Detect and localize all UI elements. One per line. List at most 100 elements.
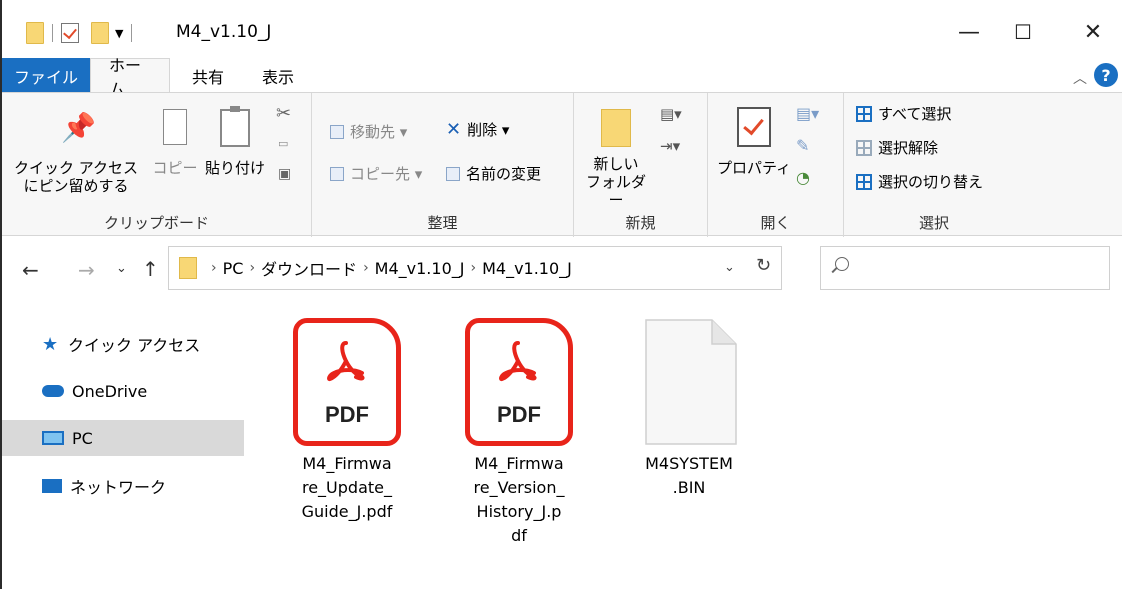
explorer-window: ▼ M4_v1.10_J — ☐ ✕ ファイル ホーム 共有 表示 ︿ ? 📌 … (0, 0, 1122, 589)
sidebar-item-network[interactable]: ネットワーク (2, 468, 244, 504)
copy-button[interactable]: コピー (148, 109, 202, 177)
minimize-button[interactable]: — (946, 14, 992, 50)
search-input[interactable] (820, 246, 1110, 290)
pin-icon: 📌 (61, 111, 96, 144)
copy-to-button[interactable]: コピー先 ▾ (330, 163, 422, 184)
history-icon[interactable]: ◔ (796, 169, 810, 187)
file-item[interactable]: PDF M4_Firmwa re_Version_ History_J.p df (458, 318, 580, 548)
breadcrumb-folder[interactable]: M4_v1.10_J (375, 259, 465, 278)
tab-view[interactable]: 表示 (242, 58, 312, 93)
ribbon: 📌 クイック アクセス にピン留めする コピー 貼り付け ✂ ▭ ▣ クリップボ… (2, 92, 1122, 237)
invert-selection-icon (856, 173, 872, 190)
navigation-pane: ★ クイック アクセス OneDrive PC ネットワーク (2, 300, 244, 589)
select-all-label: すべて選択 (878, 105, 952, 123)
address-dropdown-icon[interactable]: ⌄ (724, 260, 735, 275)
copy-to-icon (330, 166, 344, 181)
folder-icon[interactable] (26, 22, 44, 44)
close-button[interactable]: ✕ (1070, 14, 1116, 50)
new-folder-button[interactable]: 新しい フォルダー (584, 109, 648, 209)
new-folder-label-1: 新しい (593, 155, 639, 173)
copy-path-icon[interactable]: ▭ (278, 135, 288, 153)
cloud-icon (42, 385, 64, 397)
invert-selection-label: 選択の切り替え (878, 173, 984, 191)
sidebar-item-label: ネットワーク (70, 478, 167, 497)
rename-icon (446, 166, 460, 181)
breadcrumb-separator[interactable]: › (211, 260, 217, 276)
move-to-label: 移動先 ▾ (350, 123, 408, 141)
separator (52, 24, 53, 42)
breadcrumb-separator[interactable]: › (363, 260, 369, 276)
sidebar-item-label: PC (72, 428, 93, 448)
file-name: M4_Firmwa re_Update_ Guide_J.pdf (301, 454, 393, 521)
folder-icon (179, 257, 197, 279)
paste-shortcut-icon[interactable]: ▣ (278, 165, 291, 183)
forward-icon[interactable]: → (78, 258, 95, 282)
select-none-icon (856, 139, 872, 156)
paste-label: 貼り付け (204, 159, 265, 177)
delete-button[interactable]: ✕ 削除 ▾ (446, 119, 509, 140)
breadcrumb-separator[interactable]: › (470, 260, 476, 276)
delete-icon: ✕ (446, 119, 462, 140)
breadcrumb-pc[interactable]: PC (223, 259, 244, 278)
tab-share[interactable]: 共有 (170, 58, 242, 93)
paste-button[interactable]: 貼り付け (202, 106, 268, 177)
move-to-button[interactable]: 移動先 ▾ (330, 121, 407, 142)
clipboard-group-label: クリップボード (103, 214, 209, 232)
clipboard-group: 📌 クイック アクセス にピン留めする コピー 貼り付け ✂ ▭ ▣ クリップボ… (2, 93, 312, 237)
select-group: すべて選択 選択解除 選択の切り替え 選択 (844, 93, 1024, 237)
copy-to-label: コピー先 ▾ (350, 165, 423, 183)
new-folder-icon (601, 109, 631, 147)
acrobat-icon (499, 341, 537, 382)
tab-file[interactable]: ファイル (2, 58, 90, 93)
easy-access-icon[interactable]: ⇥▾ (660, 137, 680, 155)
pdf-file-icon: PDF (465, 318, 573, 446)
breadcrumb-downloads[interactable]: ダウンロード (261, 256, 357, 280)
sidebar-item-pc[interactable]: PC (2, 420, 244, 456)
breadcrumb-current[interactable]: M4_v1.10_J (482, 259, 572, 278)
new-folder-label-2: フォルダー (585, 173, 646, 209)
pc-icon (42, 431, 64, 445)
select-group-label: 選択 (918, 214, 949, 232)
quick-access-toolbar: ▼ (26, 22, 140, 44)
help-icon[interactable]: ? (1094, 63, 1118, 87)
edit-icon[interactable]: ✎ (796, 137, 809, 155)
address-bar[interactable]: › PC › ダウンロード › M4_v1.10_J › M4_v1.10_J (168, 246, 782, 290)
properties-label: プロパティ (716, 159, 792, 177)
properties-button[interactable]: プロパティ (714, 107, 794, 177)
pdf-type-label: PDF (325, 402, 369, 427)
properties-check-icon[interactable] (61, 23, 79, 43)
new-item-icon[interactable]: ▤▾ (660, 105, 682, 123)
recent-locations-icon[interactable]: ⌄ (116, 261, 127, 276)
generic-file-icon (640, 318, 738, 446)
open-icon[interactable]: ▤▾ (796, 105, 819, 123)
maximize-button[interactable]: ☐ (1000, 14, 1046, 50)
back-icon[interactable]: ← (22, 258, 39, 282)
sidebar-item-onedrive[interactable]: OneDrive (2, 373, 244, 409)
breadcrumb-separator[interactable]: › (249, 260, 255, 276)
select-none-label: 選択解除 (878, 139, 939, 157)
separator (131, 24, 133, 42)
invert-selection-button[interactable]: 選択の切り替え (856, 171, 983, 192)
collapse-ribbon-icon[interactable]: ︿ (1073, 68, 1087, 88)
up-icon[interactable]: ↑ (142, 257, 159, 281)
file-item[interactable]: PDF M4_Firmwa re_Update_ Guide_J.pdf (286, 318, 408, 524)
organize-group-label: 整理 (427, 214, 458, 232)
rename-label: 名前の変更 (466, 165, 542, 183)
new-group-label: 新規 (625, 214, 656, 232)
select-all-button[interactable]: すべて選択 (856, 103, 951, 124)
refresh-icon[interactable]: ↻ (756, 255, 771, 276)
sidebar-item-quick-access[interactable]: ★ クイック アクセス (2, 326, 244, 362)
file-name: M4SYSTEM .BIN (645, 454, 733, 497)
select-none-button[interactable]: 選択解除 (856, 137, 938, 158)
new-folder-icon[interactable] (91, 22, 109, 44)
pin-quick-access-button[interactable]: 📌 クイック アクセス にピン留めする (6, 111, 146, 196)
file-item[interactable]: M4SYSTEM .BIN (628, 318, 750, 500)
customize-dropdown-icon[interactable]: ▼ (115, 27, 123, 40)
pin-label-2: にピン留めする (23, 177, 129, 195)
properties-icon (737, 107, 771, 147)
tab-home[interactable]: ホーム (90, 56, 170, 99)
acrobat-icon (327, 341, 365, 382)
copy-icon (163, 109, 187, 145)
cut-icon[interactable]: ✂ (276, 105, 291, 123)
rename-button[interactable]: 名前の変更 (446, 163, 541, 184)
